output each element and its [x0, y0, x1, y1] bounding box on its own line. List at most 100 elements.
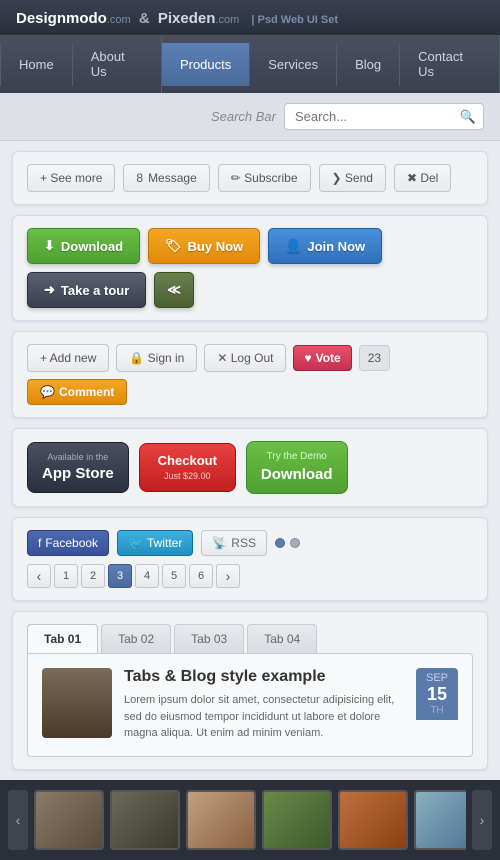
subscribe-label: ✏ Subscribe — [231, 171, 298, 185]
brand-logo: Designmodo.com & Pixeden.com | Psd Web U… — [16, 10, 338, 27]
pagination: ‹ 1 2 3 4 5 6 › — [27, 564, 240, 588]
demo-try-label: Try the Demo — [267, 450, 327, 464]
rss-button[interactable]: 📡 RSS — [201, 530, 267, 556]
social-pagination-panel: f Facebook 🐦 Twitter 📡 RSS ‹ 1 2 3 4 — [12, 517, 488, 601]
send-button[interactable]: ❯ Send — [319, 164, 386, 192]
message-button[interactable]: 8 Message — [123, 164, 209, 192]
share-button[interactable]: ≪ — [154, 272, 194, 308]
nav-item-products[interactable]: Products — [162, 43, 250, 86]
facebook-button[interactable]: f Facebook — [27, 530, 109, 556]
action-buttons-panel: + Add new 🔒 Sign in ✕ Log Out ♥ Vote 23 … — [12, 331, 488, 418]
sign-in-button[interactable]: 🔒 Sign in — [116, 344, 197, 372]
see-more-button[interactable]: + See more — [27, 164, 115, 192]
twitter-button[interactable]: 🐦 Twitter — [117, 530, 193, 556]
download-icon: ⬇ — [44, 238, 55, 254]
vote-count: 23 — [359, 345, 390, 371]
radio-dots — [275, 538, 300, 548]
main-content: Search Bar 🔍 + See more 8 Message ✏ Subs… — [0, 93, 500, 860]
thumb-next-button[interactable]: › — [472, 790, 492, 850]
tabs-header: Tab 01 Tab 02 Tab 03 Tab 04 — [27, 624, 473, 653]
facebook-icon: f — [38, 536, 41, 550]
take-tour-label: Take a tour — [61, 283, 129, 298]
thumbnail-1[interactable] — [34, 790, 104, 850]
search-input[interactable] — [284, 103, 484, 130]
join-now-button[interactable]: 👤 Join Now — [268, 228, 382, 264]
thumbnail-6[interactable] — [414, 790, 466, 850]
log-out-label: ✕ Log Out — [217, 351, 273, 365]
thumb-list — [34, 790, 466, 850]
prev-page-button[interactable]: ‹ — [27, 564, 51, 588]
vote-button[interactable]: ♥ Vote — [293, 345, 351, 371]
thumbnail-3[interactable] — [186, 790, 256, 850]
join-icon: 👤 — [285, 238, 301, 254]
brand1-name: Designmodo — [16, 10, 107, 27]
add-new-label: + Add new — [40, 351, 96, 365]
page-1-button[interactable]: 1 — [54, 564, 78, 588]
appstore-button[interactable]: Available in the App Store — [27, 442, 129, 494]
page-3-button[interactable]: 3 — [108, 564, 132, 588]
thumbnail-2[interactable] — [110, 790, 180, 850]
header: Designmodo.com & Pixeden.com | Psd Web U… — [0, 0, 500, 35]
tab-date-day: 15 — [427, 684, 447, 705]
tab-article-body: Lorem ipsum dolor sit amet, consectetur … — [124, 692, 404, 742]
nav-item-blog[interactable]: Blog — [337, 43, 400, 86]
del-button[interactable]: ✖ Del — [394, 164, 451, 192]
tab-03-button[interactable]: Tab 03 — [174, 624, 244, 653]
log-out-button[interactable]: ✕ Log Out — [204, 344, 286, 372]
tab-01-button[interactable]: Tab 01 — [27, 624, 98, 653]
checkout-label: Checkout — [158, 452, 217, 470]
nav-item-about[interactable]: About Us — [73, 35, 162, 93]
big-btn-row: Available in the App Store Checkout Just… — [27, 441, 473, 494]
next-page-button[interactable]: › — [216, 564, 240, 588]
message-label: Message — [148, 171, 197, 185]
radio-dot-1[interactable] — [275, 538, 285, 548]
thumbnail-4[interactable] — [262, 790, 332, 850]
tabs-panel: Tab 01 Tab 02 Tab 03 Tab 04 Tabs & Blog … — [12, 611, 488, 770]
download-button[interactable]: ⬇ Download — [27, 228, 140, 264]
page-5-button[interactable]: 5 — [162, 564, 186, 588]
subscribe-button[interactable]: ✏ Subscribe — [218, 164, 311, 192]
twitter-bird-icon: 🐦 — [128, 536, 143, 550]
demo-download-button[interactable]: Try the Demo Download — [246, 441, 348, 494]
thumbnail-strip: ‹ › — [0, 780, 500, 860]
tab-article-date: SEP 15 TH — [416, 668, 458, 720]
large-btn-row: ⬇ Download 🏷 Buy Now 👤 Join Now ➜ Take a… — [27, 228, 473, 308]
radio-dot-2[interactable] — [290, 538, 300, 548]
action-btn-row: + Add new 🔒 Sign in ✕ Log Out ♥ Vote 23 … — [27, 344, 473, 405]
tour-icon: ➜ — [44, 282, 55, 298]
thumbnail-5[interactable] — [338, 790, 408, 850]
search-wrap: 🔍 — [284, 103, 484, 130]
page-2-button[interactable]: 2 — [81, 564, 105, 588]
take-tour-button[interactable]: ➜ Take a tour — [27, 272, 146, 308]
big-buttons-panel: Available in the App Store Checkout Just… — [12, 428, 488, 507]
buy-now-label: Buy Now — [188, 239, 244, 254]
nav-item-contact[interactable]: Contact Us — [400, 35, 500, 93]
comment-button[interactable]: 💬 Comment — [27, 379, 127, 405]
message-count-badge: 8 — [136, 171, 143, 185]
nav-item-services[interactable]: Services — [250, 43, 337, 86]
vote-heart-icon: ♥ — [304, 351, 311, 365]
social-row: f Facebook 🐦 Twitter 📡 RSS ‹ 1 2 3 4 — [27, 530, 473, 588]
search-label: Search Bar — [211, 109, 276, 124]
thumb-prev-button[interactable]: ‹ — [8, 790, 28, 850]
page-6-button[interactable]: 6 — [189, 564, 213, 588]
rss-icon: 📡 — [212, 536, 227, 550]
tab-02-button[interactable]: Tab 02 — [101, 624, 171, 653]
vote-label: Vote — [316, 351, 341, 365]
tab-04-button[interactable]: Tab 04 — [247, 624, 317, 653]
tab-article-text: Tabs & Blog style example Lorem ipsum do… — [124, 668, 404, 742]
small-buttons-panel: + See more 8 Message ✏ Subscribe ❯ Send … — [12, 151, 488, 205]
nav-bar: Home About Us Products Services Blog Con… — [0, 35, 500, 93]
tab-content: Tabs & Blog style example Lorem ipsum do… — [27, 653, 473, 757]
checkout-price: Just $29.00 — [164, 470, 211, 483]
brand2-name: Pixeden — [158, 10, 216, 27]
add-new-button[interactable]: + Add new — [27, 344, 109, 372]
tab-date-month: SEP — [426, 672, 448, 684]
appstore-store: App Store — [42, 463, 114, 484]
page-4-button[interactable]: 4 — [135, 564, 159, 588]
facebook-label: Facebook — [45, 536, 98, 550]
nav-item-home[interactable]: Home — [0, 43, 73, 86]
checkout-button[interactable]: Checkout Just $29.00 — [139, 443, 236, 492]
buy-now-button[interactable]: 🏷 Buy Now — [148, 228, 260, 264]
share-icon: ≪ — [167, 282, 181, 298]
